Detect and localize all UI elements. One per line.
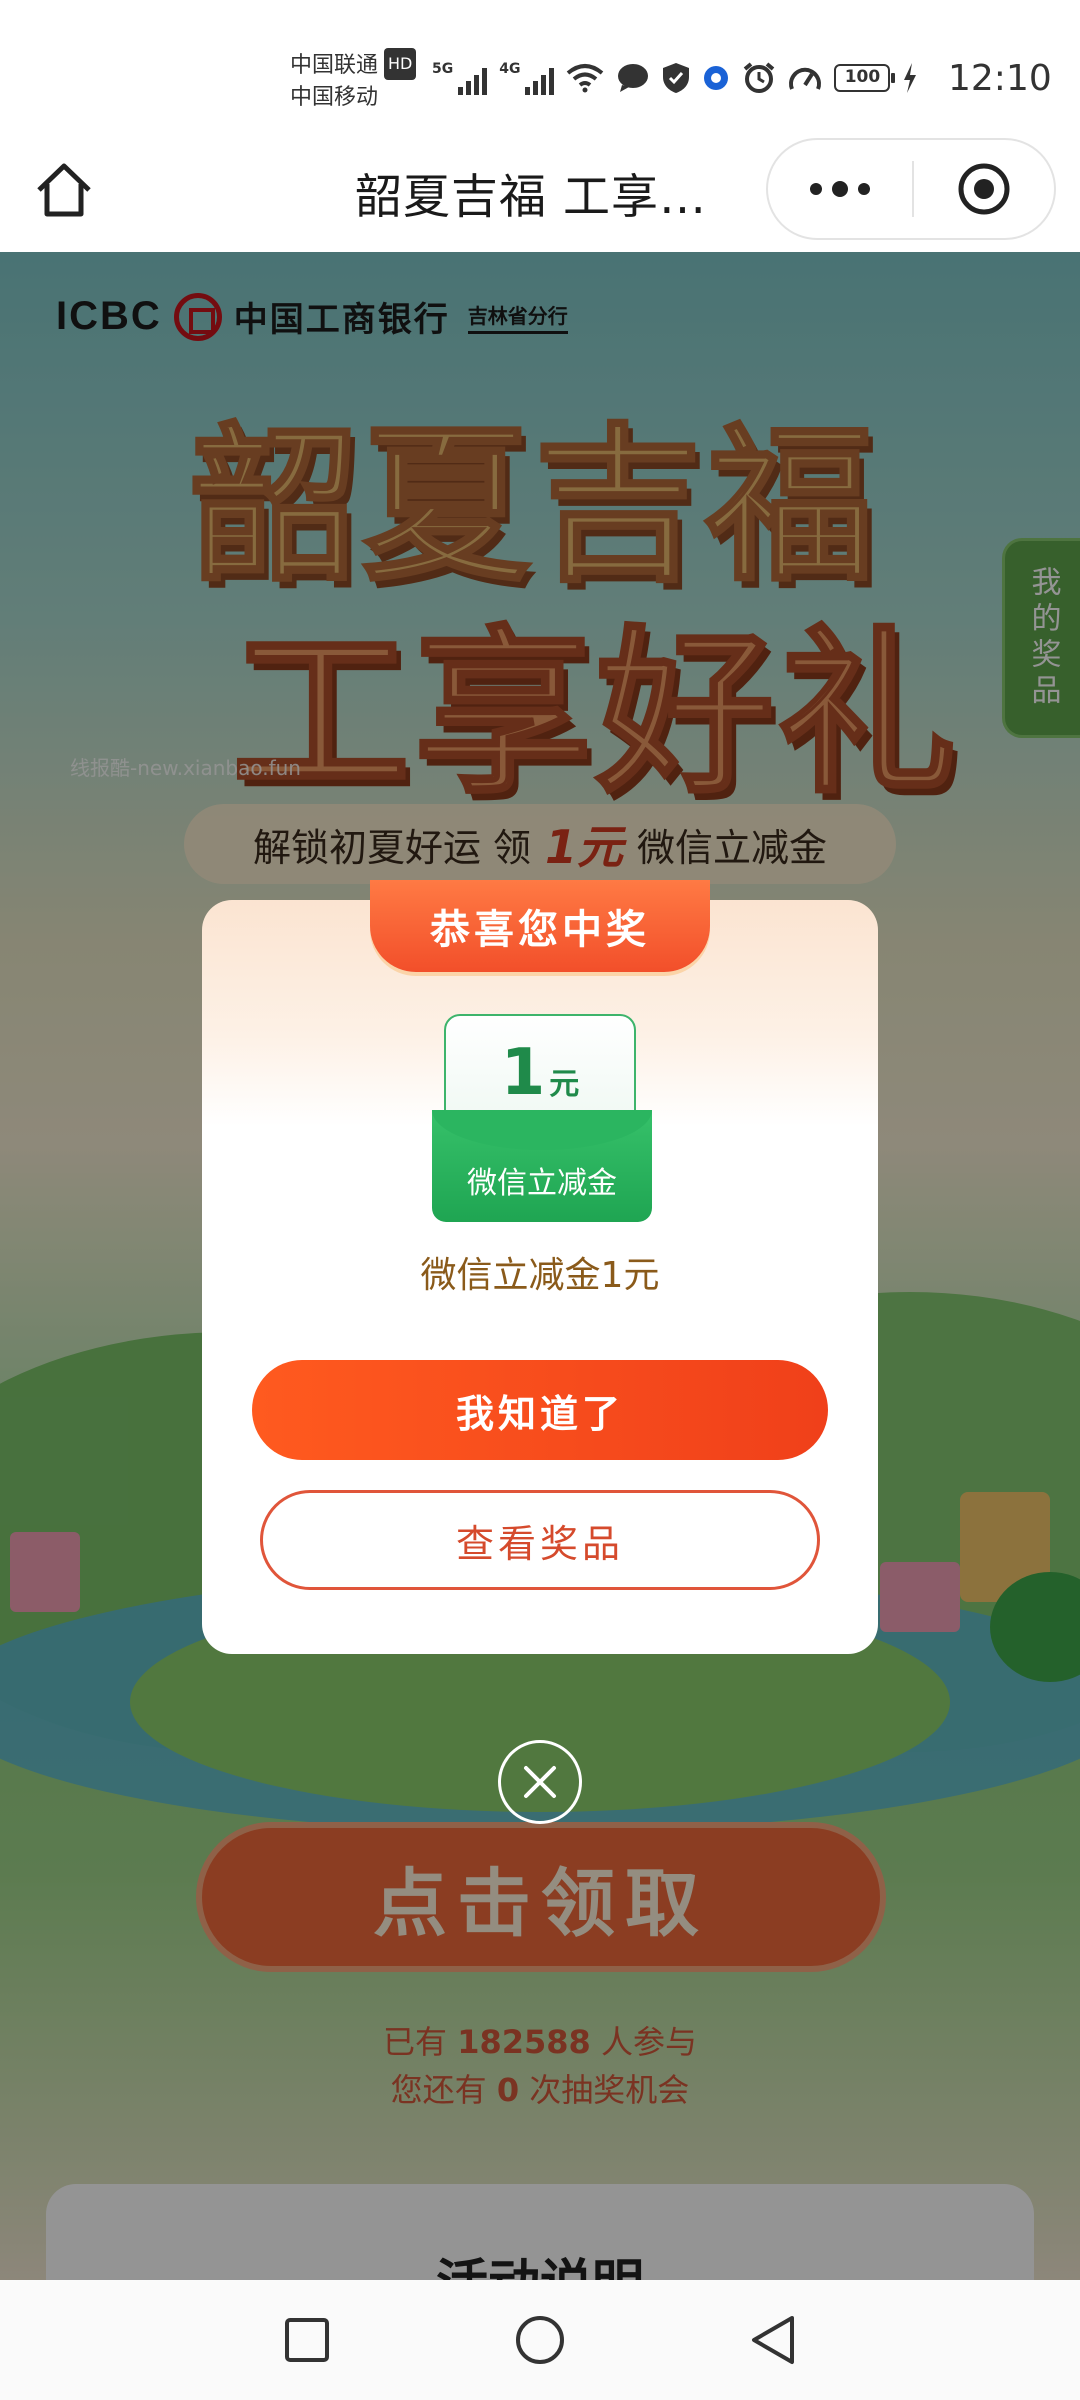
view-prizes-button[interactable]: 查看奖品 — [260, 1490, 820, 1590]
shield-icon — [663, 63, 690, 93]
miniprogram-capsule — [766, 138, 1056, 240]
battery-icon: 100 — [834, 64, 896, 92]
wifi-icon — [567, 64, 604, 93]
circle-icon — [515, 2316, 564, 2364]
alarm-icon — [744, 62, 775, 93]
system-nav-bar — [0, 2280, 1080, 2400]
home-button[interactable] — [28, 154, 100, 226]
home-nav-button[interactable] — [500, 2300, 580, 2380]
sim1-label: 5G — [432, 61, 454, 77]
home-icon — [37, 163, 91, 217]
back-button[interactable] — [733, 2300, 813, 2380]
speed-icon — [789, 67, 822, 90]
target-icon — [958, 163, 1010, 215]
more-dots-icon — [832, 181, 848, 197]
status-bar: 中国联通 HD 中国移动 5G 4G 100 12:10 — [0, 0, 1080, 130]
app-notification-icon — [704, 66, 729, 90]
coupon-pocket: 微信立减金 — [432, 1110, 652, 1222]
coupon-value-number: 1 — [500, 1036, 546, 1110]
recents-button[interactable] — [267, 2300, 347, 2380]
coupon-label: 微信立减金 — [467, 1166, 617, 1201]
coupon-graphic: 1元 微信立减金 — [432, 1014, 652, 1222]
modal-ribbon: 恭喜您中奖 — [370, 880, 710, 972]
charging-icon — [904, 63, 917, 93]
signal-4g-icon: 4G — [499, 61, 555, 95]
close-icon — [524, 1766, 556, 1798]
got-it-button[interactable]: 我知道了 — [252, 1360, 828, 1460]
back-triangle-icon — [752, 2316, 795, 2364]
modal-close-button[interactable] — [498, 1740, 582, 1824]
hd-badge: HD — [384, 48, 417, 80]
sim2-label: 4G — [499, 61, 521, 77]
prize-modal: 恭喜您中奖 1元 微信立减金 微信立减金1元 我知道了 查看奖品 — [202, 880, 878, 1654]
coupon-value: 1元 — [444, 1036, 636, 1110]
status-icons: 5G 4G 100 — [432, 58, 918, 98]
carrier-2: 中国移动 — [290, 85, 379, 110]
message-icon — [618, 64, 649, 92]
carrier-info: 中国联通 HD 中国移动 — [290, 48, 417, 114]
prize-description: 微信立减金1元 — [420, 1255, 660, 1296]
carrier-1: 中国联通 — [290, 53, 379, 78]
page-title: 韶夏吉福 工享… — [355, 170, 707, 225]
close-miniprogram-button[interactable] — [914, 140, 1054, 238]
square-icon — [284, 2318, 329, 2362]
signal-5g-icon: 5G — [432, 61, 488, 95]
more-button[interactable] — [768, 140, 912, 238]
clock: 12:10 — [948, 58, 1052, 99]
title-bar: 韶夏吉福 工享… — [0, 130, 1080, 252]
coupon-value-unit: 元 — [549, 1067, 580, 1102]
